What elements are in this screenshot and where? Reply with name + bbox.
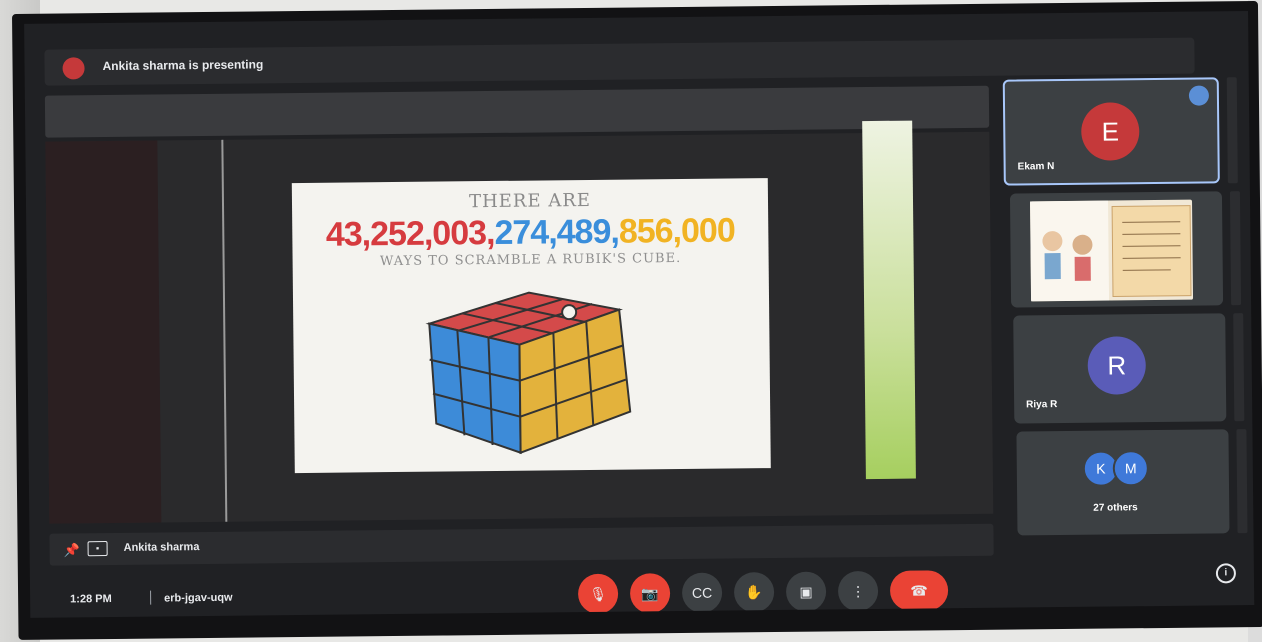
tile-side-strip [1226, 77, 1238, 184]
tile-side-strip [1233, 313, 1245, 422]
present-screen-icon[interactable]: ▪ [87, 541, 108, 557]
more-vert-icon: ⋮ [851, 583, 866, 600]
presenter-name-bar: 📌 ▪ Ankita sharma [49, 523, 994, 566]
participant-name: Riya R [1026, 399, 1058, 411]
rubiks-cube-image [425, 291, 632, 455]
shared-window-toolbar [44, 85, 990, 138]
bottom-separator [150, 590, 152, 605]
meeting-info-icon[interactable]: i [1215, 563, 1237, 584]
presentation-slide: THERE ARE 43,252,003,274,489,856,000 WAY… [291, 178, 771, 474]
participant-avatar: E [1080, 102, 1140, 161]
participant-name: Ekam N [1017, 161, 1055, 173]
tile-side-strip [1229, 191, 1242, 306]
monitor-bezel: Ankita sharma is presenting THERE ARE 43… [12, 0, 1262, 640]
shared-screen-sidebar [45, 140, 162, 524]
participant-initial: E [1101, 116, 1120, 147]
camera-off-button[interactable]: 📷 [629, 573, 671, 614]
mic-off-icon: 🎙 [589, 585, 608, 602]
presenter-avatar [62, 57, 85, 80]
pin-icon[interactable]: 📌 [64, 542, 80, 558]
hand-icon: ✋ [745, 584, 763, 601]
slide-number: 43,252,003,274,489,856,000 [292, 211, 768, 255]
participant-tile-ekam[interactable]: E Ekam N [1002, 77, 1220, 186]
mic-off-button[interactable]: 🎙 [577, 573, 619, 615]
others-avatar-2: M [1112, 450, 1150, 487]
presenter-name: Ankita sharma [123, 541, 200, 554]
meeting-time: 1:28 PM [70, 592, 112, 606]
raise-hand-button[interactable]: ✋ [733, 572, 775, 613]
call-end-icon: ☎ [910, 582, 928, 599]
shared-screen-stage: THERE ARE 43,252,003,274,489,856,000 WAY… [45, 120, 994, 524]
slide-number-part-2: 274,489, [494, 212, 620, 252]
slide-heading: THERE ARE [468, 189, 592, 213]
participant-tile-video[interactable] [1009, 191, 1224, 308]
others-tile[interactable]: K M 27 others [1016, 429, 1230, 536]
slide-number-part-1: 43,252,003, [325, 213, 495, 254]
participant-avatar: R [1087, 336, 1147, 395]
speaking-indicator-icon [1188, 85, 1210, 106]
tile-side-strip [1236, 429, 1248, 534]
leave-call-button[interactable]: ☎ [889, 570, 949, 611]
invitation-card-image [1030, 200, 1192, 302]
shared-green-panel [862, 120, 916, 480]
call-controls: 🎙 📷 CC ✋ ▣ ⋮ ☎ [24, 11, 1248, 615]
others-initial-1: K [1096, 460, 1106, 477]
others-initial-2: M [1124, 460, 1137, 477]
more-options-button[interactable]: ⋮ [837, 570, 879, 612]
meeting-code: erb-jgav-uqw [164, 591, 233, 605]
others-count: 27 others [1093, 502, 1138, 514]
participant-initial: R [1107, 350, 1127, 381]
present-button[interactable]: ▣ [785, 571, 827, 612]
participant-tile-riya[interactable]: R Riya R [1013, 313, 1227, 424]
captions-button[interactable]: CC [681, 572, 723, 614]
presenting-text: Ankita sharma is presenting [102, 57, 264, 74]
stage-divider [221, 139, 228, 522]
slide-number-part-3: 856,000 [618, 211, 735, 251]
participant-video-thumbnail [1030, 199, 1194, 302]
present-icon: ▣ [799, 583, 813, 600]
captions-icon: CC [691, 584, 713, 601]
meet-window: Ankita sharma is presenting THERE ARE 43… [24, 11, 1255, 618]
camera-off-icon: 📷 [641, 585, 659, 602]
